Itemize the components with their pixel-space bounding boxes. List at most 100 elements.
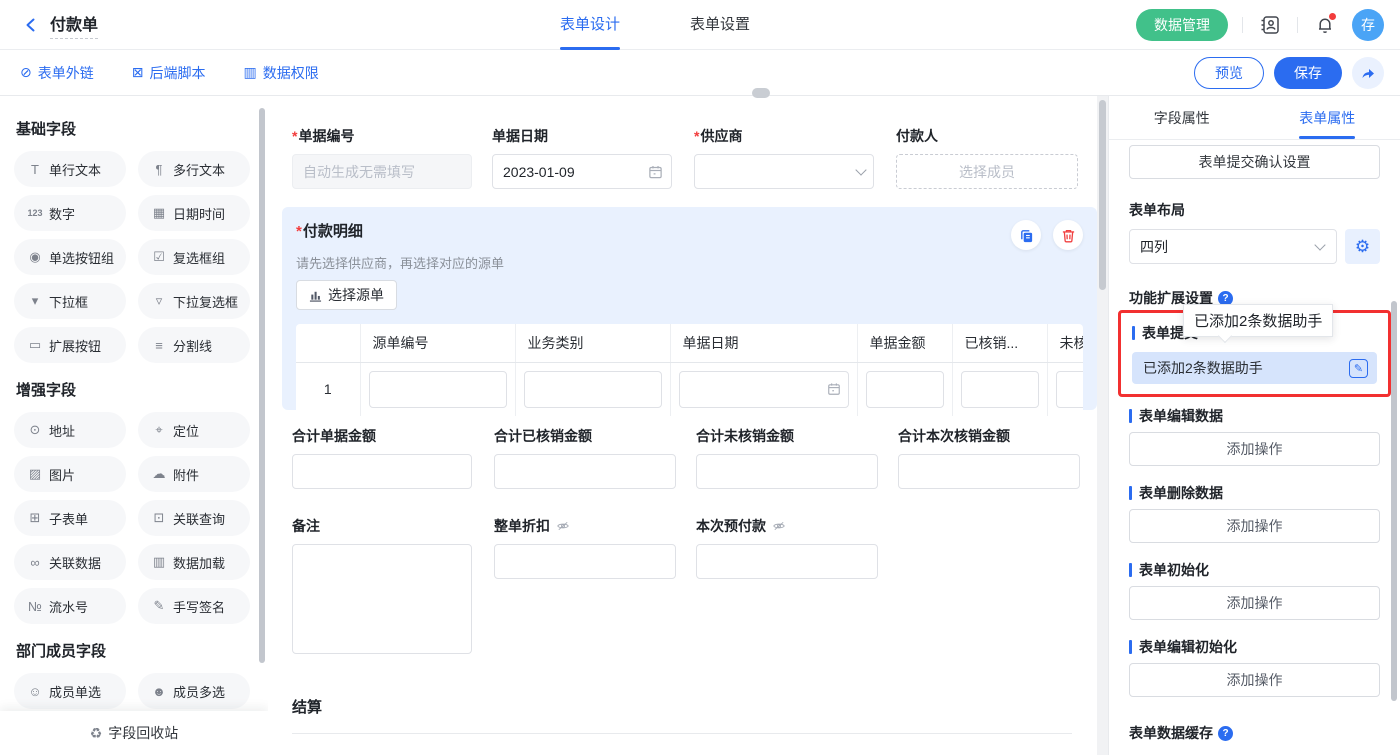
sidebar-scrollbar[interactable]: [259, 108, 265, 663]
save-button[interactable]: 保存: [1274, 57, 1342, 89]
doc-date-input[interactable]: [492, 154, 672, 189]
field-chip-member-multi[interactable]: ☻成员多选: [138, 673, 250, 709]
field-chip-data-load[interactable]: ▥数据加载: [138, 544, 250, 580]
chip-label: 子表单: [49, 509, 88, 528]
field-doc-date[interactable]: 单据日期: [492, 126, 672, 189]
field-chip-lookup[interactable]: ⊡关联查询: [138, 500, 250, 536]
panel-scrollbar[interactable]: [1391, 301, 1397, 701]
source-number-input[interactable]: [369, 371, 507, 408]
field-discount[interactable]: 整单折扣: [494, 516, 676, 579]
field-chip-attachment[interactable]: ☁附件: [138, 456, 250, 492]
field-chip-location[interactable]: ⌖定位: [138, 412, 250, 448]
chip-label: 关联查询: [173, 509, 225, 528]
field-chip-divider[interactable]: ≡分割线: [138, 327, 250, 363]
remark-textarea[interactable]: [292, 544, 472, 654]
written-off-input[interactable]: [961, 371, 1039, 408]
data-manage-button[interactable]: 数据管理: [1136, 9, 1228, 41]
field-chip-radio-group[interactable]: ◉单选按钮组: [14, 239, 126, 275]
total-written-off-input[interactable]: [494, 454, 676, 489]
add-action-button-delete[interactable]: 添加操作: [1129, 509, 1380, 543]
add-action-button-init[interactable]: 添加操作: [1129, 586, 1380, 620]
serial-number-icon: №: [27, 599, 43, 614]
tab-form-settings[interactable]: 表单设置: [690, 0, 750, 50]
select-source-button[interactable]: 选择源单: [296, 280, 397, 310]
add-action-button-edit-init[interactable]: 添加操作: [1129, 663, 1380, 697]
share-button[interactable]: [1352, 57, 1384, 89]
field-total-current-writeoff[interactable]: 合计本次核销金额: [898, 426, 1080, 489]
backend-script-label: 后端脚本: [149, 63, 205, 83]
field-chip-related-data[interactable]: ∞关联数据: [14, 544, 126, 580]
member-picker[interactable]: 选择成员: [896, 154, 1078, 189]
backend-script-button[interactable]: ⊠ 后端脚本: [132, 63, 206, 83]
field-recycle-bin[interactable]: ♻ 字段回收站: [0, 711, 268, 755]
discount-input[interactable]: [494, 544, 676, 579]
copy-button[interactable]: [1011, 220, 1041, 250]
field-chip-multi-text[interactable]: ¶多行文本: [138, 151, 250, 187]
section-divider: [292, 733, 1072, 734]
layout-select[interactable]: 四列: [1129, 229, 1337, 264]
field-chip-select[interactable]: ▾下拉框: [14, 283, 126, 319]
field-chip-image[interactable]: ▨图片: [14, 456, 126, 492]
add-action-button-edit[interactable]: 添加操作: [1129, 432, 1380, 466]
unwritten-off-input[interactable]: [1056, 371, 1084, 408]
calendar-icon[interactable]: [827, 382, 841, 396]
prepay-input[interactable]: [696, 544, 878, 579]
layout-settings-button[interactable]: ⚙: [1345, 229, 1380, 264]
business-type-input[interactable]: [524, 371, 662, 408]
help-icon[interactable]: ?: [1218, 726, 1233, 741]
canvas-drag-handle[interactable]: [752, 88, 770, 98]
field-remark[interactable]: 备注: [292, 516, 472, 659]
chip-label: 多行文本: [173, 160, 225, 179]
supplier-select[interactable]: [694, 154, 874, 189]
total-doc-amount-input[interactable]: [292, 454, 472, 489]
field-library-sidebar: 基础字段 T单行文本 ¶多行文本 123数字 ▦日期时间 ◉单选按钮组 ☑复选框…: [0, 96, 268, 755]
row-date-input[interactable]: [679, 371, 849, 408]
field-chip-number[interactable]: 123数字: [14, 195, 126, 231]
notification-bell-icon[interactable]: [1312, 12, 1338, 38]
field-total-written-off[interactable]: 合计已核销金额: [494, 426, 676, 489]
data-permission-button[interactable]: ▥ 数据权限: [243, 63, 318, 83]
total-current-writeoff-input[interactable]: [898, 454, 1080, 489]
field-payer[interactable]: 付款人 选择成员: [896, 126, 1078, 189]
tab-field-properties[interactable]: 字段属性: [1109, 96, 1255, 139]
chip-label: 单选按钮组: [49, 248, 114, 267]
field-chip-multi-select[interactable]: ▿下拉复选框: [138, 283, 250, 319]
form-link-button[interactable]: ⊘ 表单外链: [20, 63, 94, 83]
field-prepay[interactable]: 本次预付款: [696, 516, 878, 579]
field-total-unwritten-off[interactable]: 合计未核销金额: [696, 426, 878, 489]
tab-form-properties[interactable]: 表单属性: [1255, 96, 1400, 139]
data-assistant-row[interactable]: 已添加2条数据助手 ✎: [1132, 352, 1377, 384]
field-chip-single-text[interactable]: T单行文本: [14, 151, 126, 187]
total-unwritten-off-input[interactable]: [696, 454, 878, 489]
payment-detail-section[interactable]: *付款明细 请先选择供应商，再选择对应: [282, 207, 1097, 410]
field-chip-signature[interactable]: ✎手写签名: [138, 588, 250, 624]
tab-form-design[interactable]: 表单设计: [560, 0, 620, 50]
delete-button[interactable]: [1053, 220, 1083, 250]
canvas-scrollbar[interactable]: [1099, 100, 1106, 290]
extend-button-icon: ▭: [27, 337, 43, 353]
section-title: 表单删除数据: [1129, 483, 1380, 503]
required-star: *: [694, 128, 699, 144]
avatar[interactable]: 存: [1352, 9, 1384, 41]
field-chip-extend-button[interactable]: ▭扩展按钮: [14, 327, 126, 363]
field-chip-member-single[interactable]: ☺成员单选: [14, 673, 126, 709]
settlement-section-title: 结算: [292, 696, 322, 717]
field-supplier[interactable]: *供应商: [694, 126, 874, 189]
field-chip-address[interactable]: ⊙地址: [14, 412, 126, 448]
submit-confirm-settings-button[interactable]: 表单提交确认设置: [1129, 145, 1380, 179]
field-chip-subform[interactable]: ⊞子表单: [14, 500, 126, 536]
field-doc-number[interactable]: *单据编号: [292, 126, 472, 189]
field-total-doc-amount[interactable]: 合计单据金额: [292, 426, 472, 489]
canvas-scroll-track: [1097, 96, 1108, 755]
edit-icon[interactable]: ✎: [1349, 359, 1368, 378]
doc-number-input[interactable]: [292, 154, 472, 189]
doc-amount-input[interactable]: [866, 371, 944, 408]
back-icon[interactable]: [20, 14, 42, 36]
field-chip-serial-number[interactable]: №流水号: [14, 588, 126, 624]
field-chip-datetime[interactable]: ▦日期时间: [138, 195, 250, 231]
address-book-icon[interactable]: [1257, 12, 1283, 38]
preview-button[interactable]: 预览: [1194, 57, 1264, 89]
calendar-icon[interactable]: [648, 164, 663, 179]
field-chip-checkbox-group[interactable]: ☑复选框组: [138, 239, 250, 275]
number-icon: 123: [27, 208, 43, 218]
